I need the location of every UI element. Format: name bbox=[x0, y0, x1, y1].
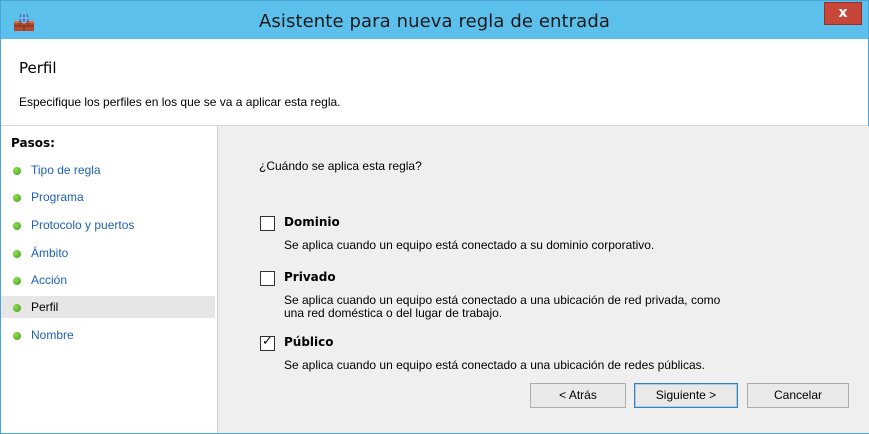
publico-description: Se aplica cuando un equipo está conectad… bbox=[284, 358, 705, 372]
steps-title: Pasos: bbox=[11, 136, 55, 150]
step-programa[interactable]: Programa bbox=[1, 186, 215, 208]
back-button[interactable]: < Atrás bbox=[530, 383, 626, 408]
step-label: Perfil bbox=[31, 300, 59, 314]
green-dot-icon bbox=[13, 222, 21, 230]
privado-description-line2: una red doméstica o del lugar de trabajo… bbox=[284, 306, 503, 320]
step-ambito[interactable]: Ámbito bbox=[1, 242, 215, 264]
step-nombre[interactable]: Nombre bbox=[1, 324, 215, 346]
next-button[interactable]: Siguiente > bbox=[634, 383, 738, 408]
question-text: ¿Cuándo se aplica esta regla? bbox=[259, 159, 422, 173]
step-label: Programa bbox=[31, 190, 84, 204]
step-accion[interactable]: Acción bbox=[1, 269, 215, 291]
step-label: Tipo de regla bbox=[31, 163, 101, 177]
checkmark-icon: ✓ bbox=[262, 334, 273, 349]
close-icon: x bbox=[838, 5, 848, 21]
step-perfil[interactable]: Perfil bbox=[1, 296, 215, 318]
step-label: Ámbito bbox=[31, 246, 69, 260]
main-content: ¿Cuándo se aplica esta regla? Dominio Se… bbox=[217, 126, 869, 433]
green-dot-icon bbox=[13, 332, 21, 340]
green-dot-icon bbox=[13, 277, 21, 285]
page-header: Perfil Especifique los perfiles en los q… bbox=[1, 39, 868, 126]
page-description: Especifique los perfiles en los que se v… bbox=[19, 95, 341, 109]
dominio-description: Se aplica cuando un equipo está conectad… bbox=[284, 238, 655, 252]
step-label: Protocolo y puertos bbox=[31, 218, 135, 232]
page-title: Perfil bbox=[19, 59, 57, 77]
close-button[interactable]: x bbox=[824, 2, 862, 25]
green-dot-icon bbox=[13, 304, 21, 312]
dominio-checkbox[interactable] bbox=[260, 216, 275, 231]
green-dot-icon bbox=[13, 167, 21, 175]
publico-label[interactable]: Público bbox=[284, 335, 334, 349]
privado-checkbox[interactable] bbox=[260, 271, 275, 286]
step-label: Acción bbox=[31, 273, 68, 287]
step-tipo-de-regla[interactable]: Tipo de regla bbox=[1, 159, 215, 181]
wizard-window: Asistente para nueva regla de entrada x … bbox=[0, 0, 869, 434]
publico-checkbox[interactable]: ✓ bbox=[260, 334, 275, 351]
steps-sidebar: Pasos: Tipo de regla Programa Protocolo … bbox=[1, 126, 215, 433]
green-dot-icon bbox=[13, 250, 21, 258]
cancel-button[interactable]: Cancelar bbox=[747, 383, 849, 408]
privado-label[interactable]: Privado bbox=[284, 270, 336, 284]
step-protocolo-y-puertos[interactable]: Protocolo y puertos bbox=[1, 214, 215, 236]
green-dot-icon bbox=[13, 194, 21, 202]
dominio-label[interactable]: Dominio bbox=[284, 215, 340, 229]
title-bar[interactable]: Asistente para nueva regla de entrada x bbox=[1, 1, 868, 39]
step-label: Nombre bbox=[31, 328, 74, 342]
window-title: Asistente para nueva regla de entrada bbox=[259, 11, 610, 32]
